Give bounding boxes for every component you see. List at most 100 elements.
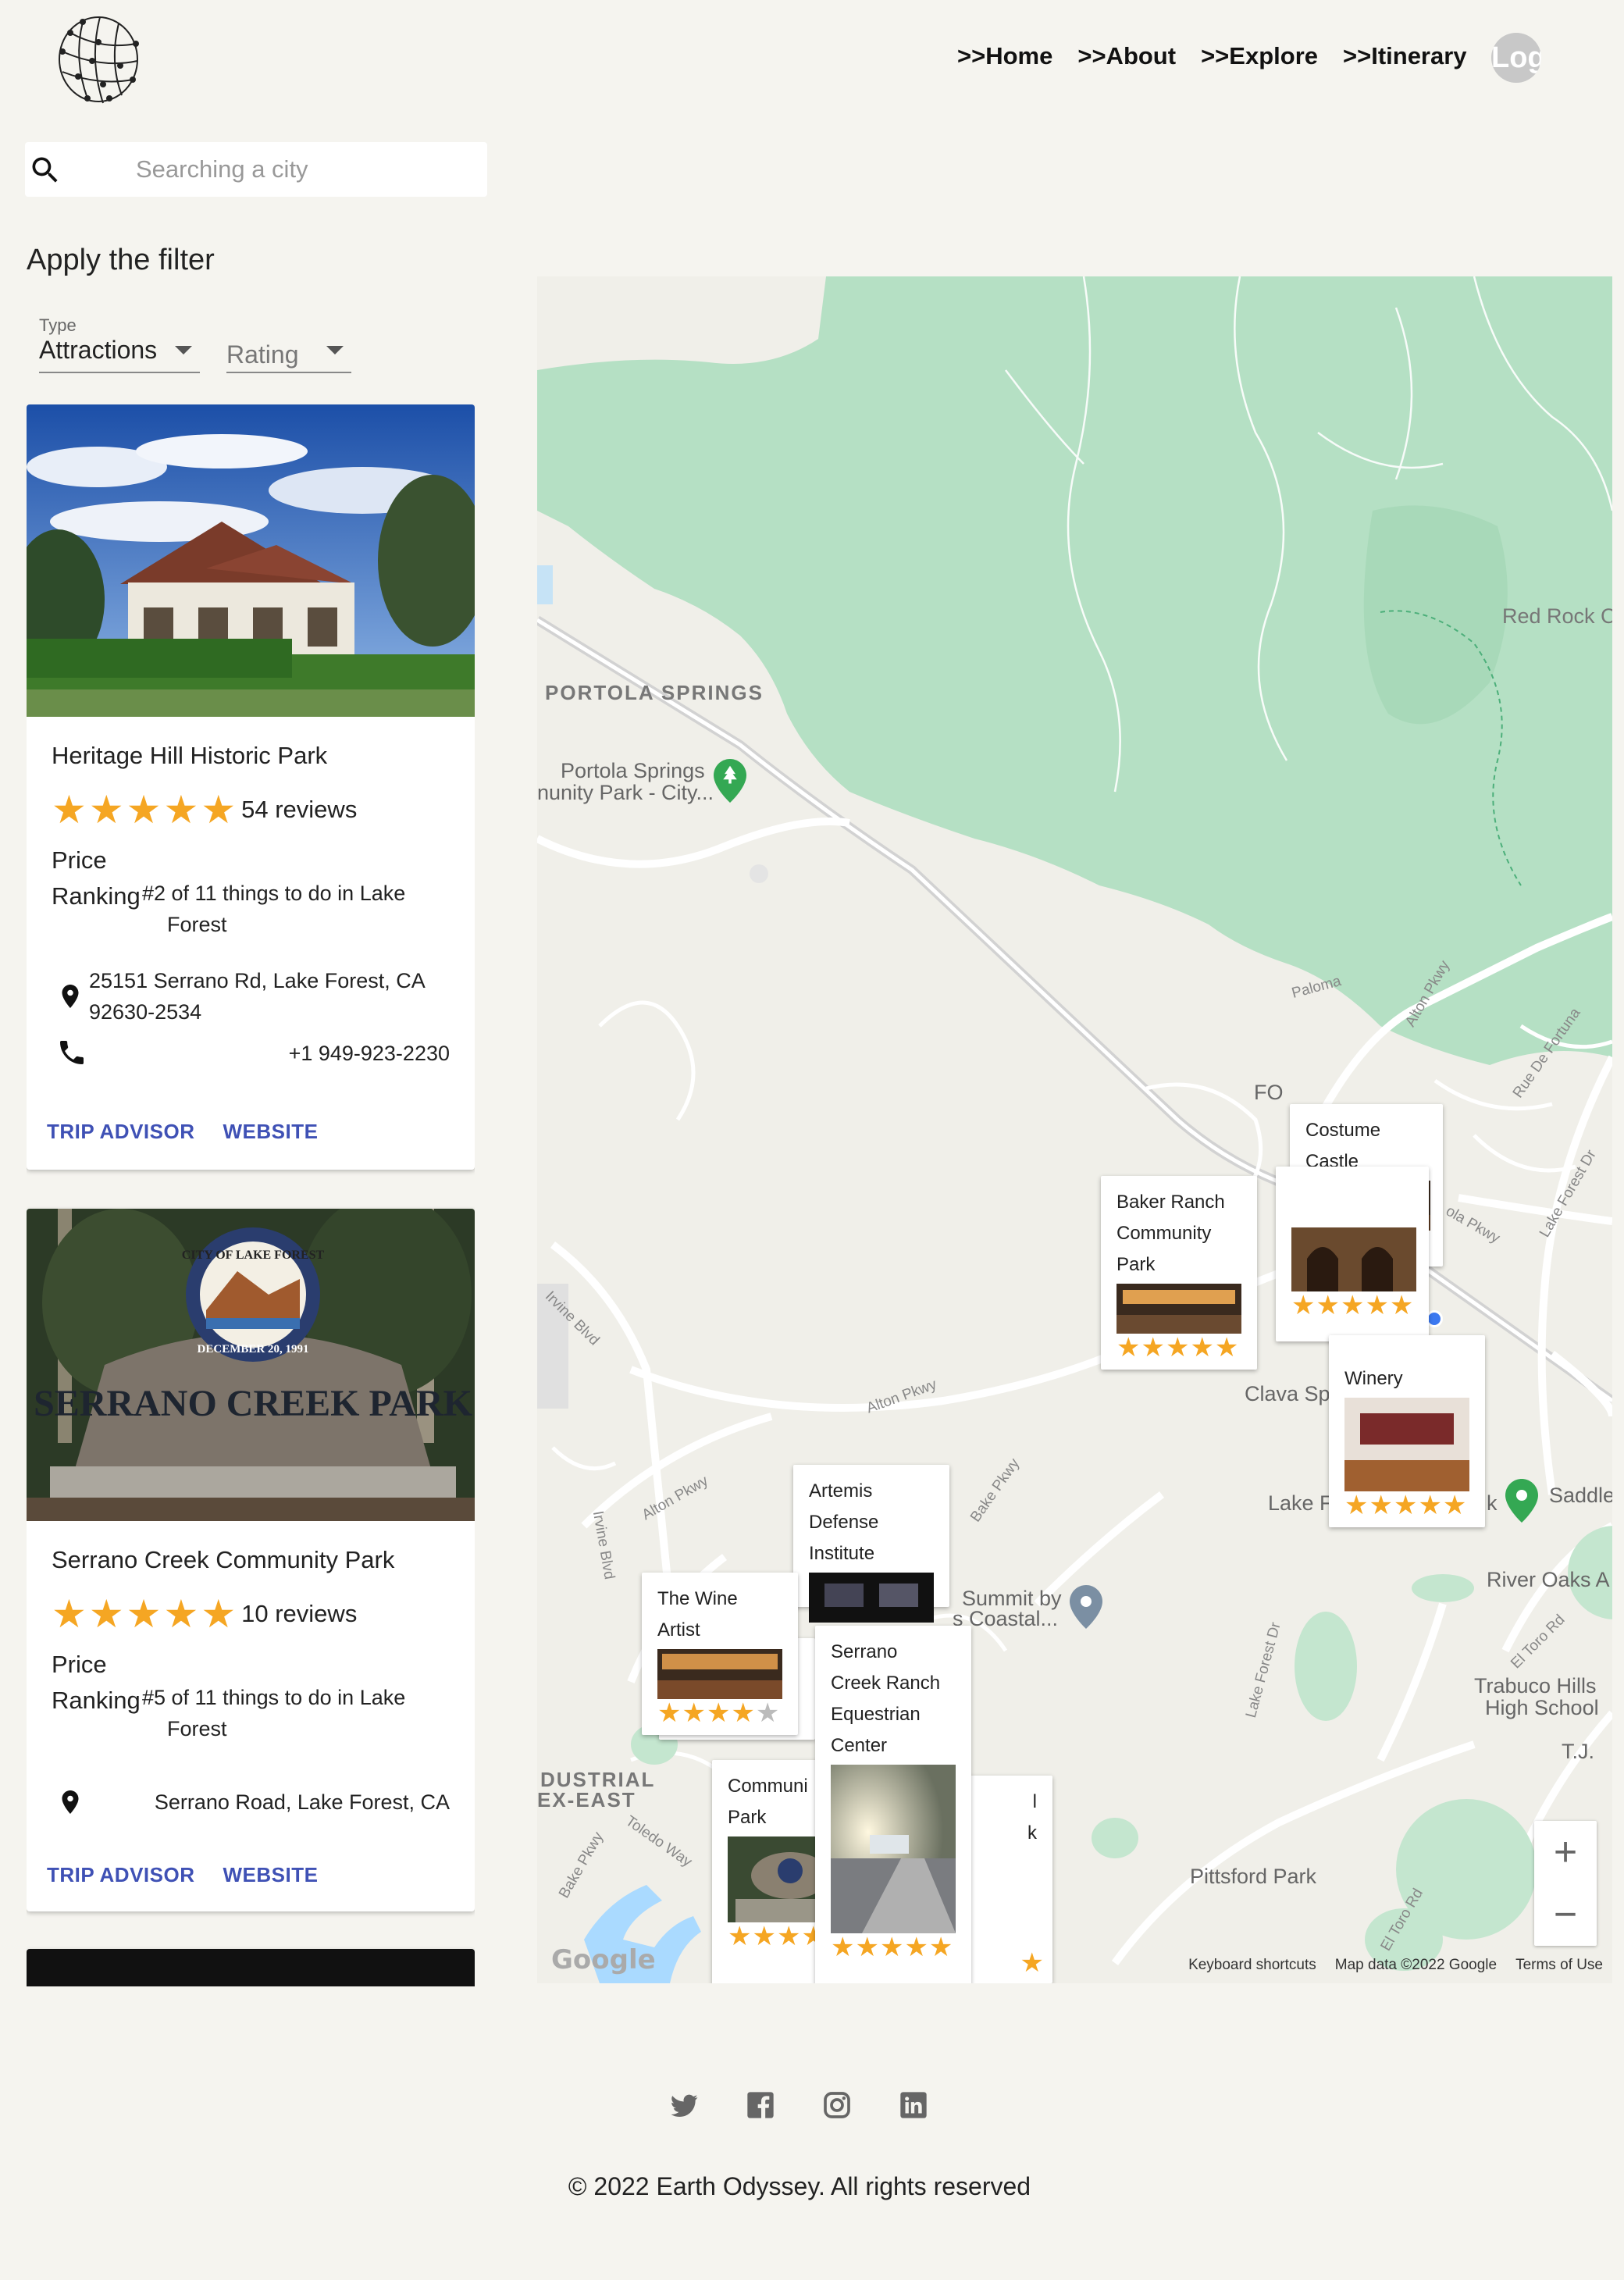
map-label: T.J.	[1562, 1740, 1595, 1763]
social-links	[668, 2089, 929, 2121]
ranking-value: #2 of 11 things to do in Lake Forest	[142, 882, 406, 936]
trip-advisor-link[interactable]: TRIP ADVISOR	[47, 1120, 194, 1144]
login-button[interactable]: Log	[1491, 33, 1541, 83]
price-label: Price	[52, 1651, 107, 1678]
map-label: PORTOLA SPRINGS	[545, 681, 764, 704]
chevron-down-icon	[175, 346, 192, 354]
popup-title: Equestrian	[831, 1704, 921, 1725]
popup-title: Baker Ranch	[1116, 1192, 1225, 1213]
popup-stars: ★★★★★	[1344, 1491, 1468, 1520]
chevron-down-icon	[326, 346, 344, 354]
place-list[interactable]: Heritage Hill Historic Park ★ ★ ★ ★ ★ 54…	[27, 404, 475, 1986]
rating-select[interactable]: Rating	[226, 340, 351, 373]
park-pin-icon[interactable]	[714, 759, 746, 803]
main-nav: >>Home >>About >>Explore >>Itinerary	[957, 42, 1467, 70]
place-photo: CITY OF LAKE FOREST DECEMBER 20, 1991 SE…	[27, 1209, 475, 1521]
popup-title: Center	[831, 1735, 888, 1756]
zoom-in-button[interactable]: +	[1534, 1821, 1597, 1883]
website-link[interactable]: WEBSITE	[223, 1120, 318, 1144]
popup-stars: ★★★★★	[831, 1933, 954, 1962]
city-search	[25, 142, 487, 197]
star-icon: ★	[126, 1592, 162, 1636]
copyright: © 2022 Earth Odyssey. All rights reserve…	[568, 2172, 1031, 2200]
map-label: River Oaks A	[1487, 1568, 1610, 1591]
popup-photo	[1344, 1398, 1469, 1491]
nav-itinerary[interactable]: >>Itinerary	[1343, 42, 1467, 70]
map-label: Portola Springs	[561, 759, 705, 782]
map-label: Red Rock C	[1502, 604, 1612, 628]
place-card: CITY OF LAKE FOREST DECEMBER 20, 1991 SE…	[27, 1209, 475, 1911]
ranking-value: #5 of 11 things to do in Lake Forest	[142, 1686, 406, 1740]
trip-advisor-link[interactable]: TRIP ADVISOR	[47, 1863, 194, 1887]
star-icon: ★	[163, 1592, 199, 1636]
park-pin-icon[interactable]	[1505, 1479, 1538, 1523]
location-pin-icon	[62, 985, 79, 1008]
popup-stars: ★★★★★	[1116, 1333, 1240, 1363]
map[interactable]: PORTOLA SPRINGS Portola Springs nunity P…	[537, 276, 1612, 1983]
popup-photo	[657, 1649, 782, 1699]
popup-title: Creek Ranch	[831, 1673, 941, 1694]
location-pin-icon	[62, 1790, 79, 1814]
rating-stars: ★ ★ ★ ★ ★ 54 reviews	[52, 790, 357, 829]
phone-icon	[60, 1041, 84, 1064]
review-count: 54 reviews	[241, 796, 358, 823]
map-label: k	[1487, 1491, 1498, 1515]
popup-title: Costume	[1305, 1120, 1381, 1141]
popup-title: Artemis	[809, 1480, 873, 1502]
map-label: FO	[1254, 1081, 1284, 1104]
map-popup-artemis[interactable]: Artemis Defense Institute	[793, 1465, 949, 1623]
place-name: Serrano Creek Community Park	[52, 1546, 395, 1573]
type-select[interactable]: Type Attractions	[39, 315, 200, 373]
place-pin-icon[interactable]	[1070, 1585, 1102, 1629]
google-logo: Google	[551, 1944, 656, 1975]
globe-logo[interactable]	[55, 11, 142, 108]
popup-photo	[831, 1765, 956, 1933]
place-name: Heritage Hill Historic Park	[52, 742, 328, 769]
map-label: Saddle	[1549, 1484, 1612, 1507]
place-address: Serrano Road, Lake Forest, CA	[154, 1790, 450, 1814]
terms-of-use-link[interactable]: Terms of Use	[1515, 1957, 1603, 1974]
popup-title: The Wine	[657, 1588, 738, 1609]
linkedin-icon[interactable]	[898, 2089, 929, 2121]
map-label: Clava Sp	[1245, 1382, 1330, 1405]
nav-home[interactable]: >>Home	[957, 42, 1052, 70]
popup-stars: ★★★★★	[1291, 1291, 1415, 1320]
map-label: High School	[1485, 1696, 1599, 1719]
map-data-text: Map data ©2022 Google	[1334, 1957, 1498, 1973]
star-icon: ★	[163, 788, 199, 832]
star-icon: ★	[52, 788, 87, 832]
map-popup-serrano-equestrian[interactable]: Serrano Creek Ranch Equestrian Center ★★…	[815, 1626, 971, 1983]
search-input[interactable]	[136, 151, 472, 187]
map-popup-baker-ranch[interactable]: Baker Ranch Community Park ★★★★★	[1101, 1176, 1257, 1370]
map-popup-winery-back[interactable]: ★★★★★	[1276, 1167, 1429, 1341]
keyboard-shortcuts-link[interactable]: Keyboard shortcuts	[1188, 1957, 1316, 1974]
filter-title: Apply the filter	[27, 244, 215, 276]
rating-stars: ★ ★ ★ ★ ★ 10 reviews	[52, 1594, 357, 1633]
map-popup-winery[interactable]: Winery ★★★★★	[1329, 1335, 1485, 1527]
price-label: Price	[52, 846, 107, 874]
nav-explore[interactable]: >>Explore	[1201, 42, 1318, 70]
sign-date-text: DECEMBER 20, 1991	[198, 1343, 309, 1356]
sign-main-text: SERRANO CREEK PARK	[34, 1383, 472, 1424]
type-select-value: Attractions	[39, 336, 158, 364]
ranking-label: Ranking	[52, 882, 141, 910]
popup-title: Park	[1116, 1254, 1156, 1275]
rating-select-value: Rating	[226, 340, 299, 369]
map-popup-wine-artist[interactable]: The Wine Artist ★★★★★	[642, 1573, 798, 1735]
zoom-out-button[interactable]: −	[1534, 1883, 1597, 1946]
popup-title: Artist	[657, 1619, 700, 1641]
website-link[interactable]: WEBSITE	[223, 1863, 318, 1887]
search-icon[interactable]	[28, 153, 62, 187]
popup-title: Institute	[809, 1543, 875, 1564]
star-icon: ★	[201, 788, 237, 832]
star-icon: ★	[52, 1592, 87, 1636]
map-label: Pittsford Park	[1190, 1865, 1317, 1888]
popup-photo	[1291, 1227, 1416, 1291]
facebook-icon[interactable]	[745, 2089, 776, 2121]
popup-photo	[1116, 1284, 1241, 1334]
popup-title: Winery	[1344, 1368, 1403, 1389]
map-label: Trabuco Hills	[1474, 1674, 1597, 1698]
instagram-icon[interactable]	[821, 2089, 853, 2121]
twitter-icon[interactable]	[668, 2089, 700, 2121]
nav-about[interactable]: >>About	[1077, 42, 1176, 70]
